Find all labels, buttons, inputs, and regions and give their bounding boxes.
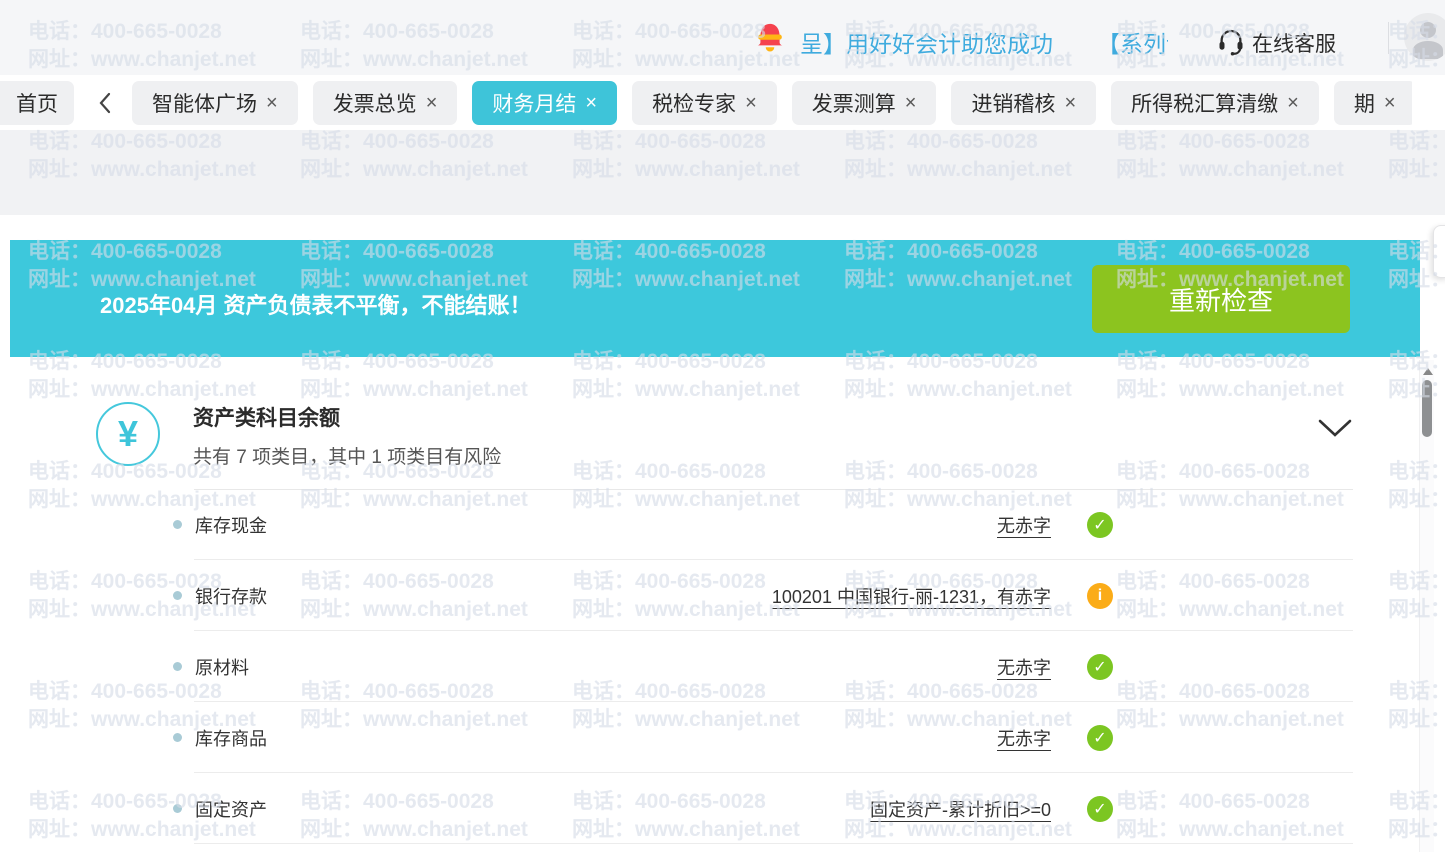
list-item-bank-deposit: 银行存款 100201 中国银行-丽-1231，有赤字 i (170, 560, 1353, 631)
section-title: 资产类科目余额 (193, 402, 340, 432)
tab-tax-check-expert[interactable]: 税检专家 × (632, 81, 777, 125)
tab-label: 税检专家 (652, 88, 736, 118)
close-icon[interactable]: × (1384, 93, 1396, 113)
yuan-currency-icon: ¥ (96, 402, 160, 466)
tab-month-end-closing[interactable]: 财务月结 × (472, 81, 617, 125)
category-detail-link[interactable]: 无赤字 (997, 725, 1051, 751)
tab-clipped[interactable]: 期 × (1334, 81, 1412, 125)
bullet-icon (173, 662, 182, 671)
bullet-icon (173, 591, 182, 600)
bell-icon (755, 22, 785, 59)
topbar-divider (1388, 22, 1389, 54)
category-detail-link[interactable]: 无赤字 (997, 512, 1051, 538)
section-collapse-chevron-down-icon[interactable] (1318, 419, 1352, 444)
tab-home-label: 首页 (16, 88, 58, 118)
category-detail-link[interactable]: 100201 中国银行-丽-1231，有赤字 (772, 583, 1051, 609)
warning-message: 2025年04月 资产负债表不平衡，不能结账！ (100, 288, 532, 320)
category-label: 库存现金 (195, 512, 267, 538)
announcement-ticker[interactable]: 呈】用好好会计助您成功 【系列讲 (800, 26, 1168, 58)
yuan-glyph: ¥ (118, 413, 138, 455)
scroll-up-arrow-icon[interactable] (1423, 368, 1433, 375)
account-category-list: 库存现金 无赤字 ✓ 银行存款 100201 中国银行-丽-1231，有赤字 i… (170, 489, 1353, 844)
category-detail-link[interactable]: 无赤字 (997, 654, 1051, 680)
section-subtitle: 共有 7 项类目，其中 1 项类目有风险 (193, 442, 501, 469)
tab-label: 发票测算 (812, 88, 896, 118)
right-edge-panel-handle[interactable] (1433, 225, 1445, 278)
scrollbar-thumb[interactable] (1422, 380, 1432, 437)
tab-label: 期 (1354, 88, 1375, 118)
list-item-inventory-goods: 库存商品 无赤字 ✓ (170, 702, 1353, 773)
tab-label: 进销稽核 (971, 88, 1055, 118)
status-check-icon: ✓ (1087, 512, 1113, 538)
avatar-body-glyph (1413, 41, 1443, 59)
category-label: 固定资产 (195, 796, 267, 822)
tab-invoice-estimate[interactable]: 发票测算 × (792, 81, 937, 125)
online-service-button[interactable]: 在线客服 (1252, 28, 1336, 58)
vertical-scrollbar[interactable] (1419, 360, 1434, 852)
list-item-raw-materials: 原材料 无赤字 ✓ (170, 631, 1353, 702)
category-label: 库存商品 (195, 725, 267, 751)
tab-label: 所得税汇算清缴 (1131, 88, 1278, 118)
imbalance-warning-banner: 2025年04月 资产负债表不平衡，不能结账！ 重新检查 (10, 240, 1420, 357)
app-window: 呈】用好好会计助您成功 【系列讲 在线客服 首页 (0, 0, 1445, 852)
bullet-icon (173, 733, 182, 742)
tab-strip: 首页 智能体广场 × 发票总览 × 财务月结 × 税检专家 × 发票测 (0, 75, 1412, 130)
status-warning-icon: i (1087, 583, 1113, 609)
headset-icon (1216, 26, 1246, 61)
status-check-icon: ✓ (1087, 654, 1113, 680)
tab-home[interactable]: 首页 (0, 81, 74, 125)
status-check-icon: ✓ (1087, 796, 1113, 822)
tab-label: 发票总览 (333, 88, 417, 118)
status-check-icon: ✓ (1087, 725, 1113, 751)
list-item-cash: 库存现金 无赤字 ✓ (170, 489, 1353, 560)
close-icon[interactable]: × (905, 93, 917, 113)
tab-purchase-sale-audit[interactable]: 进销稽核 × (951, 81, 1096, 125)
recheck-button[interactable]: 重新检查 (1092, 265, 1350, 333)
tabs-scroll-left-icon[interactable] (98, 92, 112, 114)
category-label: 原材料 (195, 654, 249, 680)
category-label: 银行存款 (195, 583, 267, 609)
tab-income-tax-settlement[interactable]: 所得税汇算清缴 × (1111, 81, 1319, 125)
close-icon[interactable]: × (426, 93, 438, 113)
category-detail-link[interactable]: 固定资产-累计折旧>=0 (870, 796, 1051, 822)
tab-invoice-overview[interactable]: 发票总览 × (313, 81, 458, 125)
close-icon[interactable]: × (1287, 93, 1299, 113)
tab-label: 智能体广场 (152, 88, 257, 118)
close-icon[interactable]: × (1064, 93, 1076, 113)
top-notification-bar: 呈】用好好会计助您成功 【系列讲 在线客服 (0, 0, 1445, 75)
user-avatar[interactable] (1404, 13, 1445, 61)
page-header: 结账 凭证已录入至：2025-04 视频 (0, 130, 1445, 215)
tab-agent-plaza[interactable]: 智能体广场 × (132, 81, 298, 125)
bullet-icon (173, 520, 182, 529)
tab-label: 财务月结 (492, 88, 576, 118)
close-icon[interactable]: × (266, 93, 278, 113)
tab-bar: 首页 智能体广场 × 发票总览 × 财务月结 × 税检专家 × 发票测 (0, 75, 1445, 130)
ticker-text: 呈】用好好会计助您成功 (800, 26, 1053, 58)
bullet-icon (173, 804, 182, 813)
close-icon[interactable]: × (745, 93, 757, 113)
ticker-text-next: 【系列讲 (1097, 26, 1168, 58)
list-item-fixed-assets: 固定资产 固定资产-累计折旧>=0 ✓ (170, 773, 1353, 844)
avatar-head-glyph (1420, 22, 1436, 38)
close-icon[interactable]: × (585, 93, 597, 113)
